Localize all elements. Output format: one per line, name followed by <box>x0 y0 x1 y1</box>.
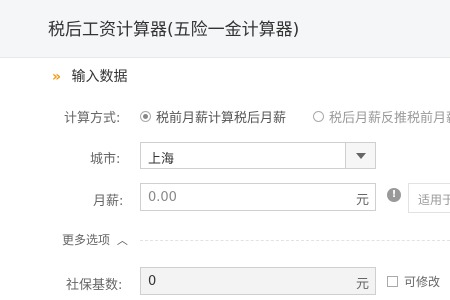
editable-checkbox-option[interactable]: 可修改 <box>387 273 440 290</box>
chevron-up-icon: ︿ <box>116 234 128 247</box>
social-base-input[interactable] <box>141 268 341 294</box>
salary-unit: 元 <box>355 193 369 208</box>
radio-aftertax-to-pretax[interactable]: 税后月薪反推税前月薪 <box>313 107 450 126</box>
salary-field[interactable]: 元 <box>140 183 376 211</box>
salary-tip-text: 适用于 <box>418 193 450 207</box>
city-label: 城市: <box>90 152 121 167</box>
city-select[interactable]: 上海 <box>140 142 376 169</box>
chevron-down-icon[interactable] <box>345 143 375 168</box>
city-value: 上海 <box>148 152 175 167</box>
more-options-label: 更多选项 <box>62 233 111 247</box>
double-chevron-icon: » <box>52 69 62 85</box>
social-base-field[interactable]: 元 <box>140 267 376 295</box>
social-base-unit: 元 <box>355 277 369 292</box>
salary-tip-box: 适用于 <box>408 183 450 213</box>
editable-label: 可修改 <box>404 275 441 289</box>
social-base-label: 社保基数: <box>66 278 123 293</box>
more-options-toggle[interactable]: 更多选项 ︿ <box>62 231 128 248</box>
radio-label: 税前月薪计算税后月薪 <box>156 111 287 126</box>
salary-label: 月薪: <box>93 194 124 209</box>
info-icon[interactable]: ! <box>387 188 401 202</box>
page-header: 税后工资计算器(五险一金计算器) <box>0 0 450 58</box>
section-title-text: 输入数据 <box>71 69 128 85</box>
salary-input[interactable] <box>141 184 341 210</box>
page-title: 税后工资计算器(五险一金计算器) <box>48 20 300 40</box>
radio-label: 税后月薪反推税前月薪 <box>329 111 450 126</box>
radio-circle-icon[interactable] <box>140 111 151 122</box>
checkbox-icon[interactable] <box>387 276 398 287</box>
radio-pretax-to-aftertax[interactable]: 税前月薪计算税后月薪 <box>140 107 286 126</box>
calc-mode-label: 计算方式: <box>64 111 121 126</box>
divider <box>140 240 450 241</box>
radio-circle-icon[interactable] <box>313 111 324 122</box>
input-section-title: » 输入数据 <box>52 66 128 86</box>
